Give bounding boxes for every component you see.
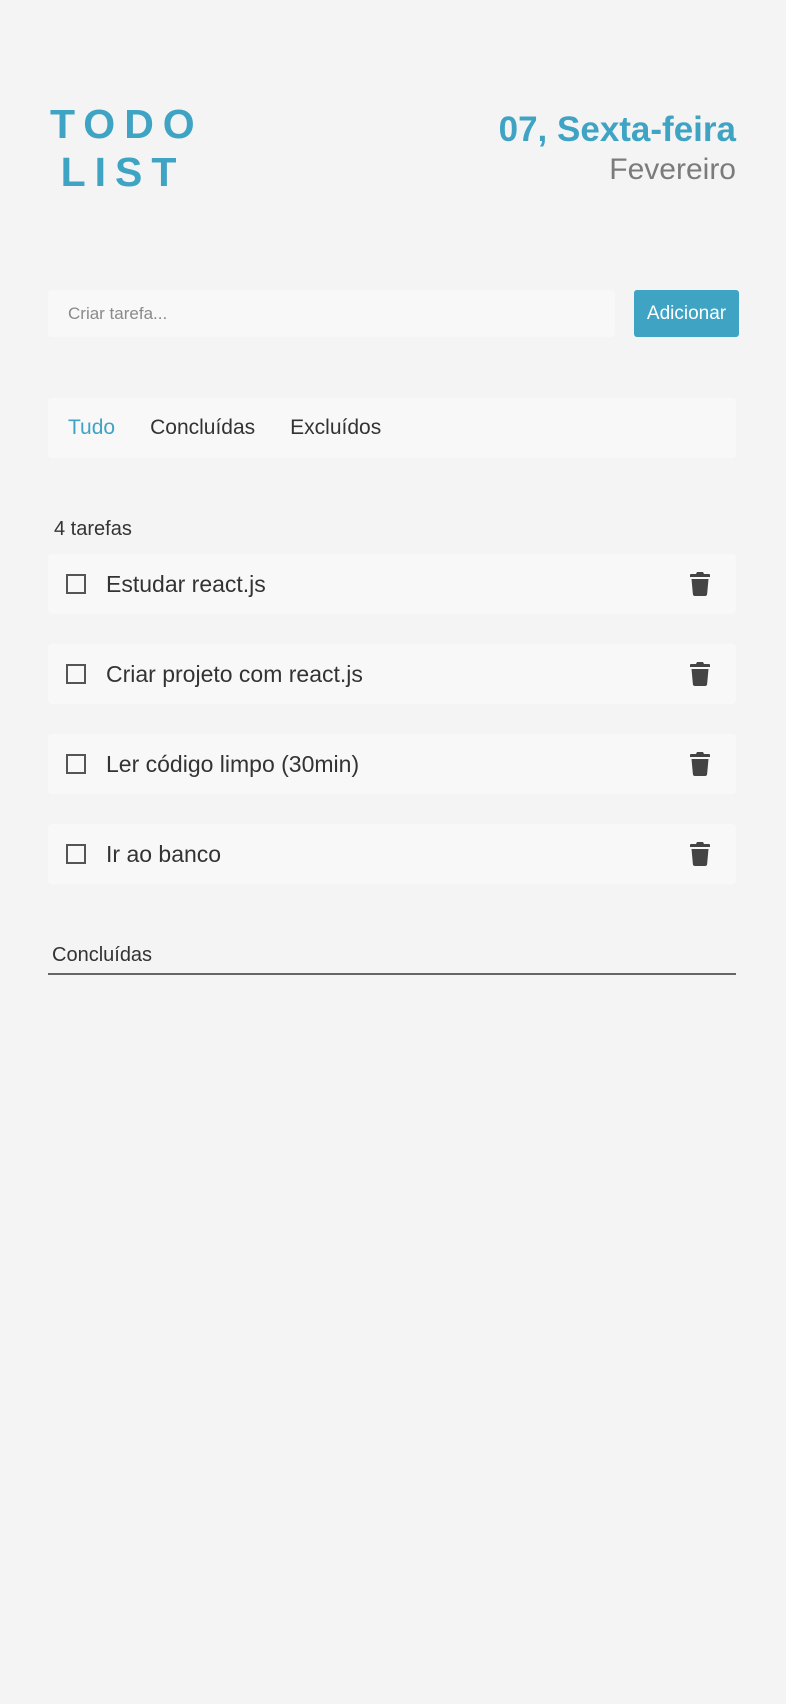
filter-tabs: Tudo Concluídas Excluídos bbox=[48, 398, 736, 458]
logo-line-1: TODO bbox=[50, 101, 204, 147]
task-item: Ir ao banco bbox=[48, 824, 736, 884]
completed-section: Concluídas bbox=[48, 944, 736, 975]
logo-line-2: LIST bbox=[60, 149, 186, 195]
app-logo: TODO LIST bbox=[50, 100, 196, 196]
task-checkbox[interactable] bbox=[66, 574, 86, 594]
task-checkbox[interactable] bbox=[66, 844, 86, 864]
task-count: 4 tarefas bbox=[54, 518, 132, 540]
trash-icon[interactable] bbox=[690, 572, 710, 596]
task-label: Criar projeto com react.js bbox=[106, 660, 363, 687]
task-checkbox[interactable] bbox=[66, 664, 86, 684]
task-label: Estudar react.js bbox=[106, 570, 266, 597]
task-label: Ir ao banco bbox=[106, 840, 222, 867]
date-day: 07, Sexta-feira bbox=[498, 110, 736, 149]
date-month: Fevereiro bbox=[609, 153, 736, 186]
new-task-input[interactable] bbox=[48, 290, 615, 337]
trash-icon[interactable] bbox=[690, 662, 710, 686]
task-item: Estudar react.js bbox=[48, 554, 736, 614]
tab-completed[interactable]: Concluídas bbox=[150, 416, 255, 440]
date-display: 07, Sexta-feira Fevereiro bbox=[499, 108, 736, 188]
tab-deleted[interactable]: Excluídos bbox=[290, 416, 381, 440]
task-item: Ler código limpo (30min) bbox=[48, 734, 736, 794]
trash-icon[interactable] bbox=[690, 752, 710, 776]
task-list: Estudar react.js Criar projeto com react… bbox=[48, 554, 736, 914]
task-label: Ler código limpo (30min) bbox=[106, 750, 360, 777]
completed-heading: Concluídas bbox=[48, 944, 736, 975]
task-item: Criar projeto com react.js bbox=[48, 644, 736, 704]
tab-all[interactable]: Tudo bbox=[68, 416, 115, 440]
trash-icon[interactable] bbox=[690, 842, 710, 866]
add-task-button[interactable]: Adicionar bbox=[634, 290, 739, 337]
task-checkbox[interactable] bbox=[66, 754, 86, 774]
